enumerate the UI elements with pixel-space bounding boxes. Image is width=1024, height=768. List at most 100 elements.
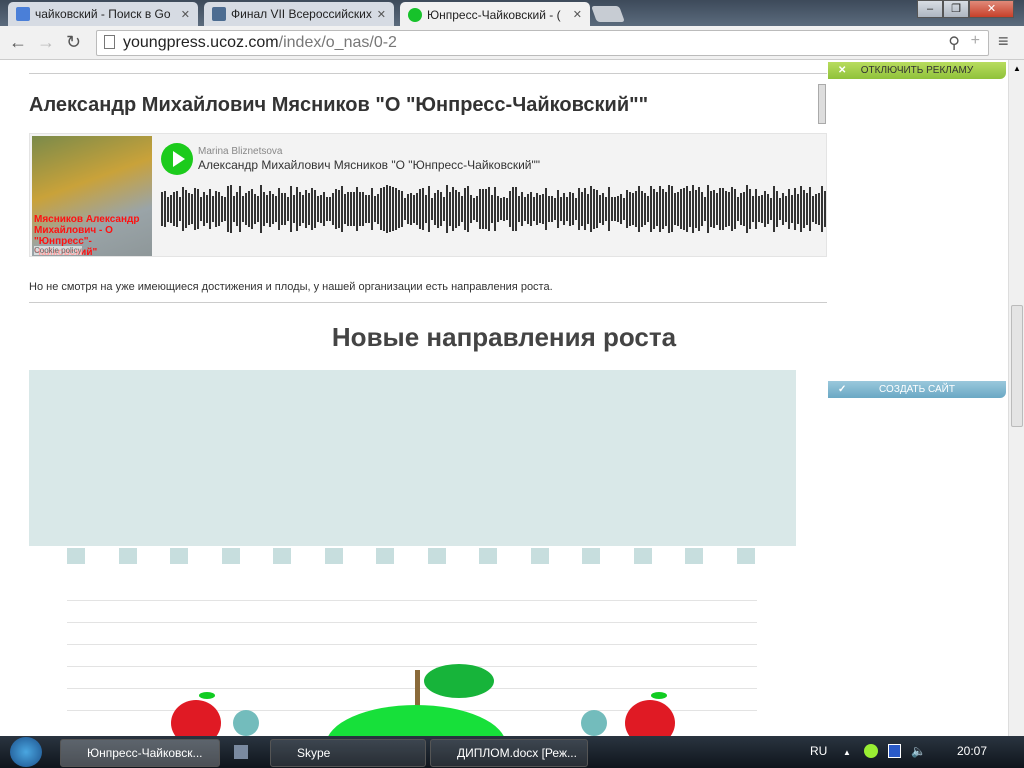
waveform-bar <box>182 186 184 232</box>
waveform-bar <box>287 196 289 222</box>
waveform-bar <box>251 189 253 229</box>
tab-google[interactable]: чайковский - Поиск в Go ✕ <box>8 2 198 26</box>
close-tab-icon[interactable]: ✕ <box>377 8 386 21</box>
waveform-bar <box>212 195 214 223</box>
waveform-bar <box>407 193 409 225</box>
track-title[interactable]: Александр Михайлович Мясников "О "Юнпрес… <box>198 158 540 172</box>
taskbar-chrome[interactable]: Юнпресс-Чайковск... <box>60 739 220 767</box>
volume-icon[interactable]: 🔈 <box>911 744 926 758</box>
waveform-bar <box>470 194 472 224</box>
waveform-bar <box>461 196 463 222</box>
waveform-bar <box>260 185 262 233</box>
waveform-bar <box>578 188 580 230</box>
close-tab-icon[interactable]: ✕ <box>573 8 582 21</box>
waveform-bar <box>749 189 751 229</box>
waveform-bar <box>713 189 715 229</box>
waveform-bar <box>248 190 250 228</box>
waveform-bar <box>593 188 595 230</box>
waveform-bar <box>770 197 772 221</box>
waveform-bar <box>464 187 466 231</box>
waveform-bar <box>305 190 307 228</box>
close-tab-icon[interactable]: ✕ <box>181 8 190 21</box>
waveform-bar <box>677 191 679 227</box>
waveform-bar <box>185 190 187 228</box>
tray-expand-icon[interactable]: ▲ <box>843 748 851 757</box>
reload-icon[interactable]: ↻ <box>66 32 81 53</box>
waveform-bar <box>728 192 730 226</box>
waveform-bar <box>404 197 406 221</box>
ad-close-tag[interactable] <box>818 84 826 124</box>
waveform-bar <box>500 197 502 221</box>
tray-app-icon[interactable] <box>864 744 878 758</box>
artist-name[interactable]: Marina Bliznetsova <box>198 146 282 157</box>
notebook-ring <box>273 548 291 564</box>
vk-icon <box>212 7 226 21</box>
waveform-bar <box>545 187 547 231</box>
address-bar[interactable]: youngpress.ucoz.com/index/o_nas/0-2 ⚲ + <box>96 30 989 56</box>
start-button[interactable] <box>10 737 42 767</box>
waveform-bar <box>359 192 361 226</box>
app-icon[interactable] <box>234 745 248 759</box>
waveform-bar <box>428 185 430 233</box>
tab-vk[interactable]: Финал VII Всероссийских ✕ <box>204 2 394 26</box>
waveform-bar <box>236 192 238 226</box>
language-indicator[interactable]: RU <box>810 744 827 758</box>
waveform-bar <box>527 194 529 224</box>
minimize-button[interactable]: – <box>917 0 943 18</box>
disable-ads-button[interactable]: ✕ ОТКЛЮЧИТЬ РЕКЛАМУ <box>828 62 1006 79</box>
paragraph: Но не смотря на уже имеющиеся достижения… <box>29 281 553 293</box>
waveform-bar <box>551 195 553 223</box>
waveform-bar <box>458 191 460 227</box>
close-window-button[interactable]: ✕ <box>969 0 1014 18</box>
waveform-bar <box>440 192 442 226</box>
waveform-bar <box>611 196 613 222</box>
waveform-bar <box>296 186 298 232</box>
notebook-ring <box>685 548 703 564</box>
waveform-bar <box>488 186 490 232</box>
notebook-ring <box>530 548 549 564</box>
waveform-bar <box>620 194 622 224</box>
play-button[interactable] <box>161 143 193 175</box>
waveform-bar <box>644 192 646 226</box>
waveform-bar <box>617 195 619 223</box>
apple-icon <box>625 700 675 736</box>
bookmark-icon[interactable]: + <box>971 32 980 50</box>
waveform-bar <box>377 194 379 224</box>
notebook-ring <box>736 548 755 564</box>
zoom-icon[interactable]: ⚲ <box>948 33 960 53</box>
forward-icon[interactable]: → <box>37 32 55 53</box>
waveform[interactable] <box>161 184 828 234</box>
taskbar-skype[interactable]: Skype <box>270 739 426 767</box>
menu-icon[interactable]: ≡ <box>998 31 1009 52</box>
waveform-bar <box>494 187 496 231</box>
scrollbar[interactable]: ▲ <box>1008 60 1024 736</box>
waveform-bar <box>254 194 256 224</box>
waveform-bar <box>755 189 757 229</box>
new-tab-button[interactable] <box>591 6 625 22</box>
apple-icon <box>408 7 422 22</box>
clock[interactable]: 20:07 <box>957 744 987 758</box>
waveform-bar <box>266 194 268 224</box>
cookie-policy-link[interactable]: Cookie policy <box>34 246 82 255</box>
waveform-bar <box>809 187 811 231</box>
taskbar-word[interactable]: ДИПЛОМ.docx [Реж... <box>430 739 588 767</box>
waveform-bar <box>410 193 412 225</box>
scroll-up-icon[interactable]: ▲ <box>1013 64 1021 73</box>
waveform-bar <box>191 194 193 224</box>
audio-player: Мясников Александр Михайлович - О "Юнпре… <box>29 133 828 258</box>
waveform-bar <box>704 197 706 221</box>
maximize-button[interactable]: ❐ <box>943 0 969 18</box>
waveform-bar <box>569 191 571 227</box>
tray-app-icon[interactable] <box>888 744 901 758</box>
create-site-button[interactable]: ✓ СОЗДАТЬ САЙТ <box>828 381 1006 398</box>
back-icon[interactable]: ← <box>9 32 27 53</box>
waveform-bar <box>758 195 760 223</box>
tab-younpress[interactable]: Юнпресс-Чайковский - (✕ <box>400 2 590 27</box>
waveform-bar <box>323 192 325 226</box>
url-host: youngpress.ucoz.com <box>123 34 279 51</box>
waveform-bar <box>476 196 478 222</box>
notebook-ring <box>582 548 600 564</box>
scroll-thumb[interactable] <box>1011 305 1023 427</box>
waveform-bar <box>524 197 526 221</box>
waveform-bar <box>737 197 739 221</box>
